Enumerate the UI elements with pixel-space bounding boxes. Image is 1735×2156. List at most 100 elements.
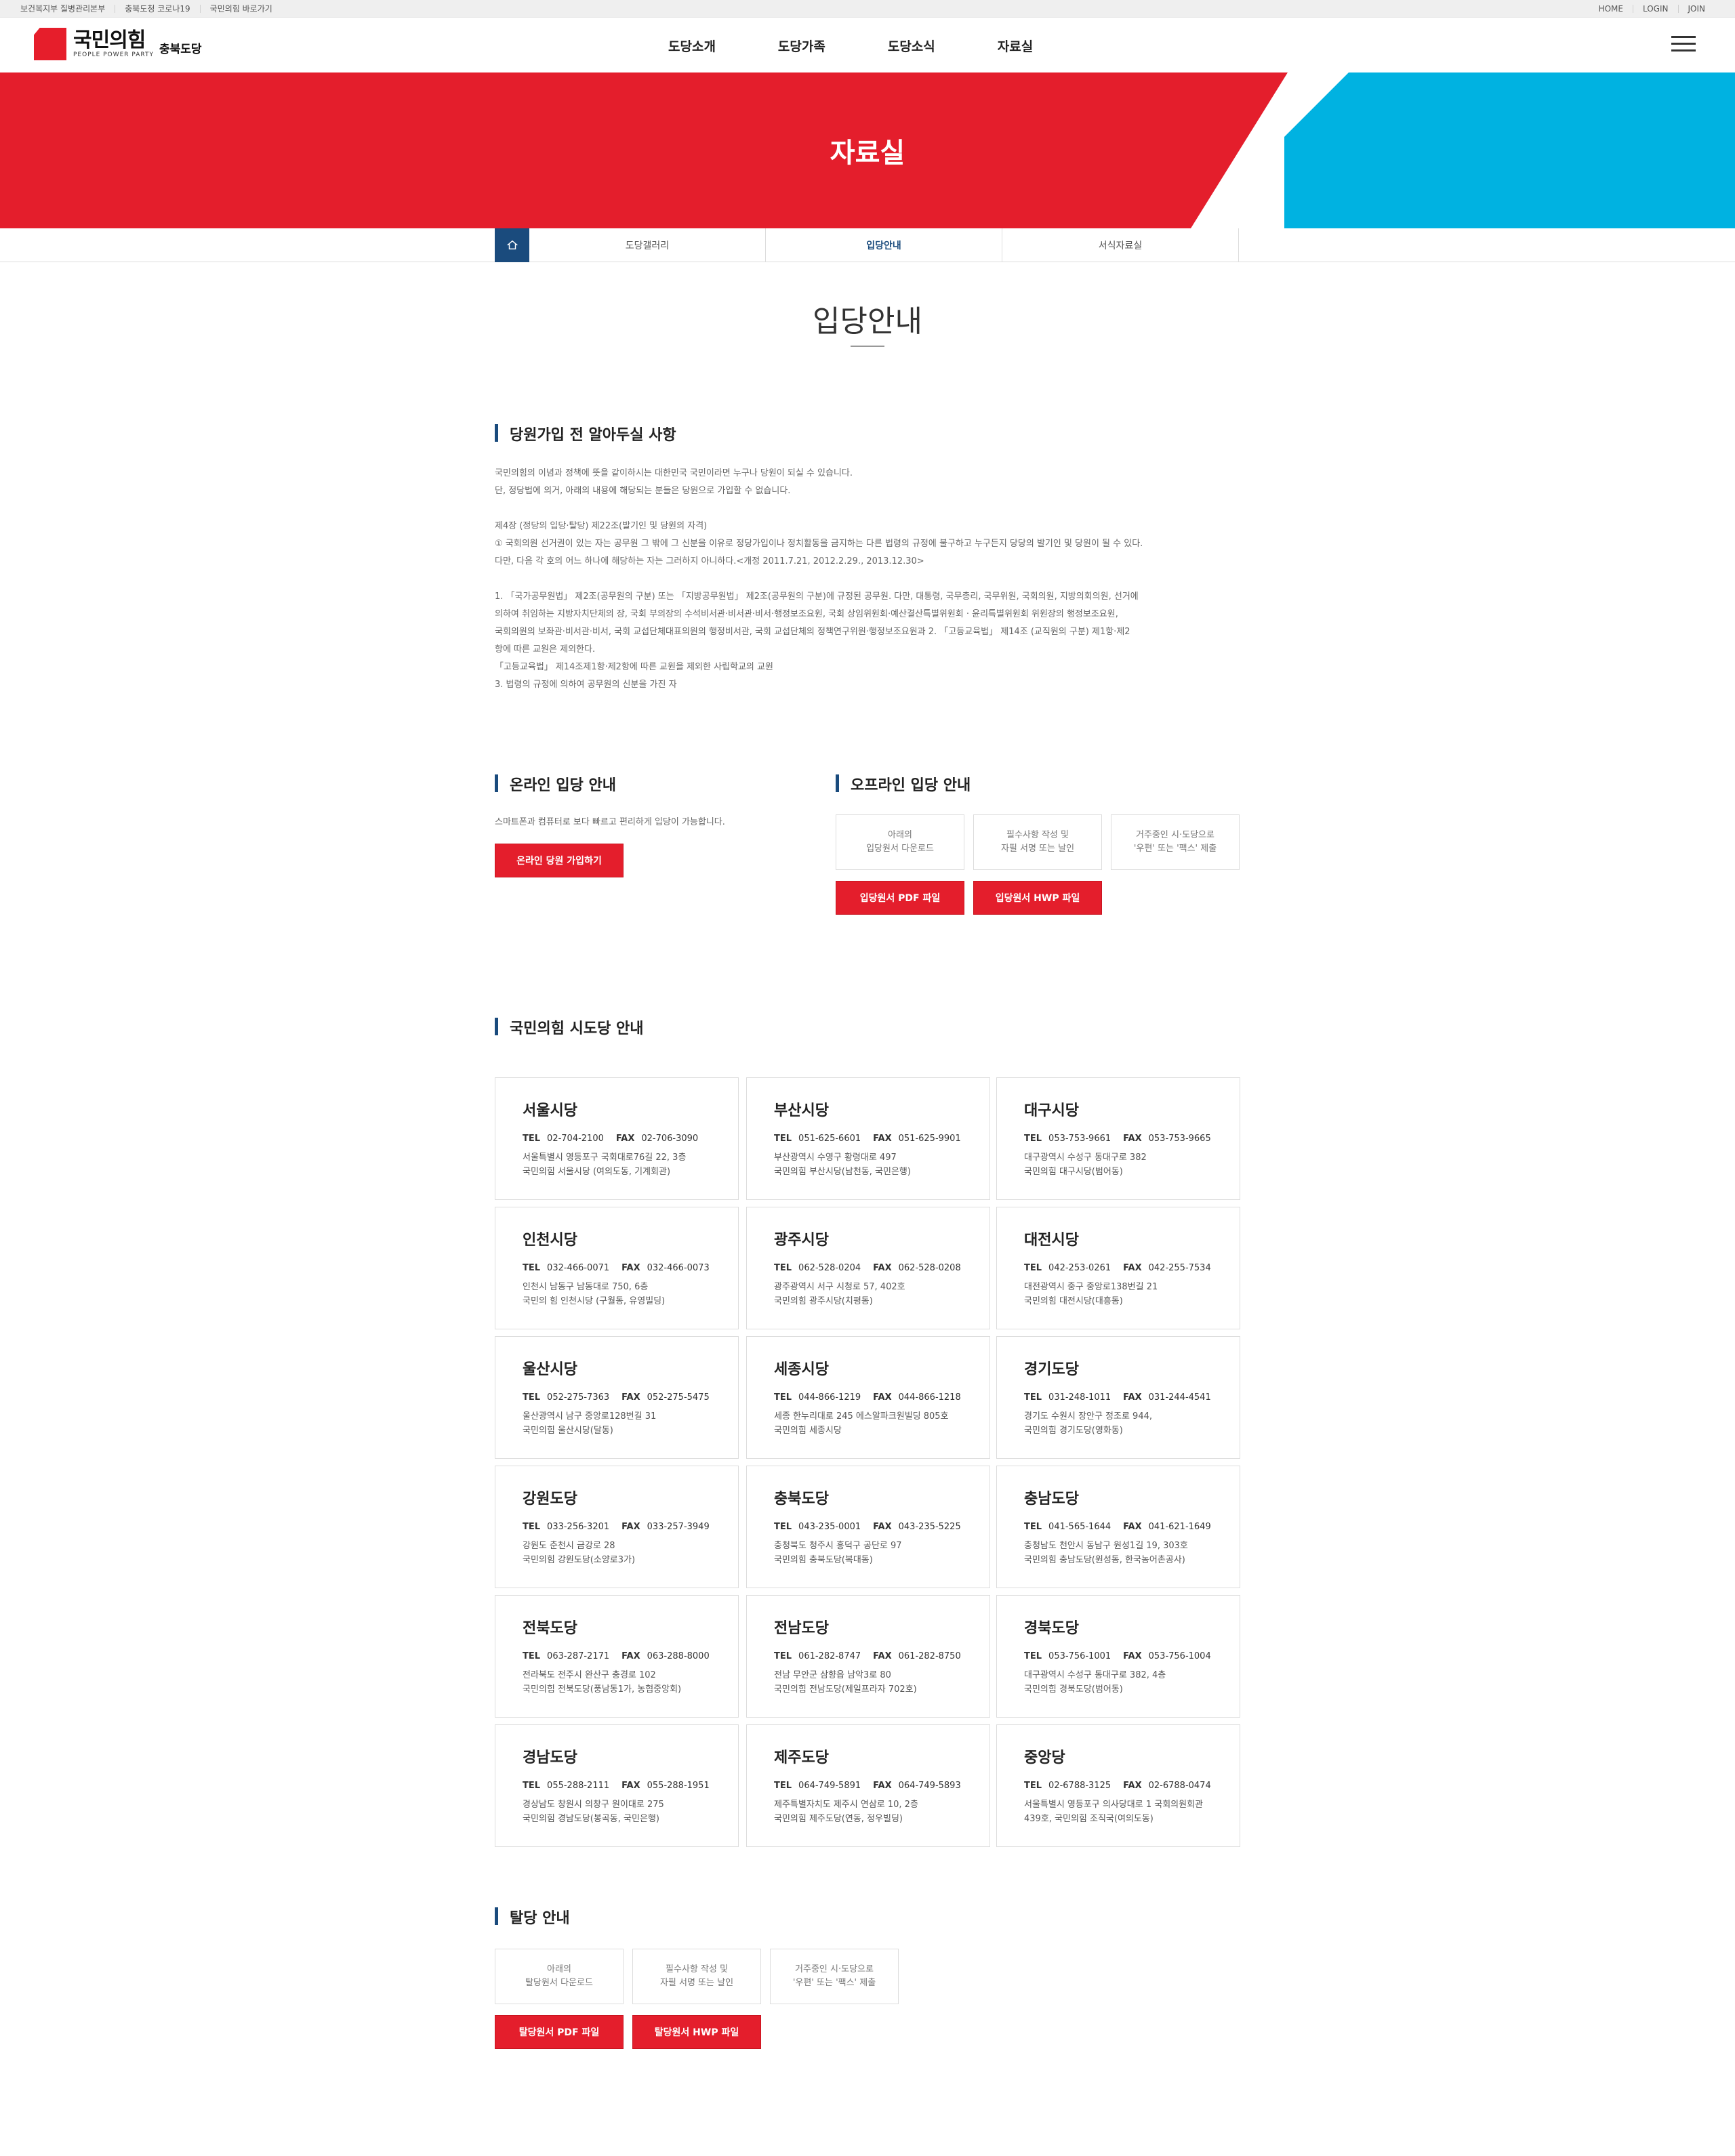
office-contact: TEL 064-749-5891 FAX 064-749-5893: [774, 1781, 961, 1791]
office-name: 전남도당: [774, 1620, 829, 1637]
office-card: 서울시당 TEL 02-704-2100 FAX 02-706-3090 서울특별시 영등…: [495, 1077, 739, 1200]
utility-link-corona[interactable]: 충북도청 코로나19: [115, 5, 199, 13]
office-card: 충북도당 TEL 043-235-0001 FAX 043-235-5225 충청북도 청…: [746, 1466, 990, 1588]
join-form-hwp-button[interactable]: 입당원서 HWP 파일: [973, 881, 1102, 915]
office-contact: TEL 063-287-2171 FAX 063-288-8000: [523, 1651, 710, 1661]
office-tel: 055-288-2111: [547, 1781, 610, 1791]
office-contact: TEL 043-235-0001 FAX 043-235-5225: [774, 1522, 961, 1532]
join-form-pdf-button[interactable]: 입당원서 PDF 파일: [836, 881, 964, 915]
nav-news[interactable]: 도당소식: [888, 37, 935, 55]
banner-title: 자료실: [830, 138, 905, 169]
utility-link-kcdc[interactable]: 보건복지부 질병관리본부: [20, 5, 115, 13]
office-tel: 063-287-2171: [547, 1651, 610, 1661]
office-address: 서울특별시 영등포구 의사당대로 1 국회의원회관 439호, 국민의힘 조직국(…: [1024, 1800, 1204, 1824]
office-tel: 051-625-6601: [798, 1134, 861, 1144]
logo[interactable]: 국민의힘 PEOPLE POWER PARTY 충북도당: [34, 28, 202, 60]
office-address: 강원도 춘천시 금강로 28 국민의힘 강원도당(소양로3가): [523, 1541, 636, 1565]
office-name: 부산시당: [774, 1102, 829, 1119]
home-link[interactable]: HOME: [1589, 5, 1633, 13]
office-name: 제주도당: [774, 1749, 829, 1766]
subnav-gallery[interactable]: 도당갤러리: [529, 228, 766, 262]
office-address: 전남 무안군 삼향읍 남악3로 80 국민의힘 전남도당(제일프라자 702호): [774, 1670, 917, 1695]
office-contact: TEL 032-466-0071 FAX 032-466-0073: [523, 1263, 710, 1273]
nav-archive[interactable]: 자료실: [998, 37, 1033, 55]
subnav-join-guide[interactable]: 입당안내: [766, 228, 1002, 262]
home-icon[interactable]: [495, 228, 529, 262]
office-address: 제주특별자치도 제주시 연삼로 10, 2층 국민의힘 제주도당(연동, 정우빌딩…: [774, 1800, 918, 1824]
office-address: 울산광역시 남구 중앙로128번길 31 국민의힘 울산시당(달동): [523, 1411, 657, 1436]
utility-link-party[interactable]: 국민의힘 바로가기: [199, 5, 282, 13]
office-tel: 042-253-0261: [1048, 1263, 1111, 1273]
office-contact: TEL 031-248-1011 FAX 031-244-4541: [1024, 1392, 1211, 1403]
join-link[interactable]: JOIN: [1677, 5, 1715, 13]
office-contact: TEL 061-282-8747 FAX 061-282-8750: [774, 1651, 961, 1661]
page-title: 입당안내: [813, 304, 922, 339]
office-card: 경남도당 TEL 055-288-2111 FAX 055-288-1951 경상남도 창…: [495, 1724, 739, 1847]
office-name: 경북도당: [1024, 1620, 1079, 1637]
offices-heading: 국민의힘 시도당 안내: [495, 1016, 643, 1038]
subnav-forms[interactable]: 서식자료실: [1002, 228, 1239, 262]
withdraw-form-hwp-button[interactable]: 탈당원서 HWP 파일: [632, 2015, 761, 2049]
offline-step-1: 아래의 입당원서 다운로드: [836, 814, 964, 870]
office-address: 전라북도 전주시 완산구 충경로 102 국민의힘 전북도당(풍남동1가, 농협중…: [523, 1670, 682, 1695]
office-card: 대구시당 TEL 053-753-9661 FAX 053-753-9665 대구광역시 …: [996, 1077, 1240, 1200]
office-name: 강원도당: [523, 1491, 577, 1508]
office-tel: 061-282-8747: [798, 1651, 861, 1661]
sub-nav: 도당갤러리 입당안내 서식자료실: [0, 228, 1735, 262]
office-fax: 052-275-5475: [647, 1392, 710, 1403]
office-name: 울산시당: [523, 1361, 577, 1378]
office-contact: TEL 041-565-1644 FAX 041-621-1649: [1024, 1522, 1211, 1532]
office-address: 세종 한누리대로 245 에스알파크원빌딩 805호 국민의힘 세종시당: [774, 1411, 949, 1436]
nav-family[interactable]: 도당가족: [778, 37, 825, 55]
offline-heading: 오프라인 입당 안내: [836, 773, 971, 795]
office-address: 대구광역시 수성구 동대구로 382 국민의힘 대구시당(범어동): [1024, 1153, 1147, 1177]
office-name: 경기도당: [1024, 1361, 1079, 1378]
utility-bar: 보건복지부 질병관리본부 충북도청 코로나19 국민의힘 바로가기 HOME L…: [0, 0, 1735, 18]
office-tel: 02-6788-3125: [1048, 1781, 1111, 1791]
office-card: 전남도당 TEL 061-282-8747 FAX 061-282-8750 전남 무안군…: [746, 1595, 990, 1718]
online-join-button[interactable]: 온라인 당원 가입하기: [495, 844, 624, 877]
offline-step-3: 거주중인 시·도당으로 '우편' 또는 '팩스' 제출: [1111, 814, 1240, 870]
office-address: 대전광역시 중구 중앙로138번길 21 국민의힘 대전시당(대흥동): [1024, 1282, 1158, 1306]
office-name: 충북도당: [774, 1491, 829, 1508]
withdraw-form-pdf-button[interactable]: 탈당원서 PDF 파일: [495, 2015, 624, 2049]
office-tel: 031-248-1011: [1048, 1392, 1111, 1403]
office-name: 대전시당: [1024, 1232, 1079, 1249]
office-name: 대구시당: [1024, 1102, 1079, 1119]
office-name: 서울시당: [523, 1102, 577, 1119]
office-name: 전북도당: [523, 1620, 577, 1637]
utility-links-right: HOME LOGIN JOIN: [1589, 0, 1715, 18]
office-contact: TEL 02-6788-3125 FAX 02-6788-0474: [1024, 1781, 1211, 1791]
online-heading: 온라인 입당 안내: [495, 773, 616, 795]
office-fax: 044-866-1218: [898, 1392, 961, 1403]
office-fax: 053-753-9665: [1148, 1134, 1211, 1144]
office-fax: 032-466-0073: [647, 1263, 710, 1273]
office-contact: TEL 033-256-3201 FAX 033-257-3949: [523, 1522, 710, 1532]
office-tel: 044-866-1219: [798, 1392, 861, 1403]
office-fax: 02-706-3090: [641, 1134, 699, 1144]
office-tel: 033-256-3201: [547, 1522, 610, 1532]
office-fax: 055-288-1951: [647, 1781, 710, 1791]
office-fax: 02-6788-0474: [1148, 1781, 1211, 1791]
nav-about[interactable]: 도당소개: [668, 37, 716, 55]
online-description: 스마트폰과 컴퓨터로 보다 빠르고 편리하게 입당이 가능합니다.: [495, 817, 725, 827]
office-fax: 064-749-5893: [898, 1781, 961, 1791]
withdraw-heading: 탈당 안내: [495, 1906, 570, 1928]
office-fax: 053-756-1004: [1148, 1651, 1211, 1661]
offline-step-2: 필수사항 작성 및 자필 서명 또는 날인: [973, 814, 1102, 870]
office-card: 충남도당 TEL 041-565-1644 FAX 041-621-1649 충청남도 천…: [996, 1466, 1240, 1588]
office-name: 세종시당: [774, 1361, 829, 1378]
office-contact: TEL 052-275-7363 FAX 052-275-5475: [523, 1392, 710, 1403]
office-fax: 031-244-4541: [1148, 1392, 1211, 1403]
menu-icon[interactable]: [1671, 36, 1696, 52]
office-card: 중앙당 TEL 02-6788-3125 FAX 02-6788-0474 서울특별시 영…: [996, 1724, 1240, 1847]
office-contact: TEL 055-288-2111 FAX 055-288-1951: [523, 1781, 710, 1791]
logo-mark-icon: [34, 28, 66, 60]
office-address: 경기도 수원시 장안구 정조로 944, 국민의힘 경기도당(영화동): [1024, 1411, 1152, 1436]
login-link[interactable]: LOGIN: [1632, 5, 1678, 13]
office-contact: TEL 02-704-2100 FAX 02-706-3090: [523, 1134, 699, 1144]
office-fax: 063-288-8000: [647, 1651, 710, 1661]
office-tel: 032-466-0071: [547, 1263, 610, 1273]
office-card: 대전시당 TEL 042-253-0261 FAX 042-255-7534 대전광역시 …: [996, 1207, 1240, 1329]
office-address: 충청남도 천안시 동남구 원성1길 19, 303호 국민의힘 충남도당(원성동,…: [1024, 1541, 1188, 1565]
